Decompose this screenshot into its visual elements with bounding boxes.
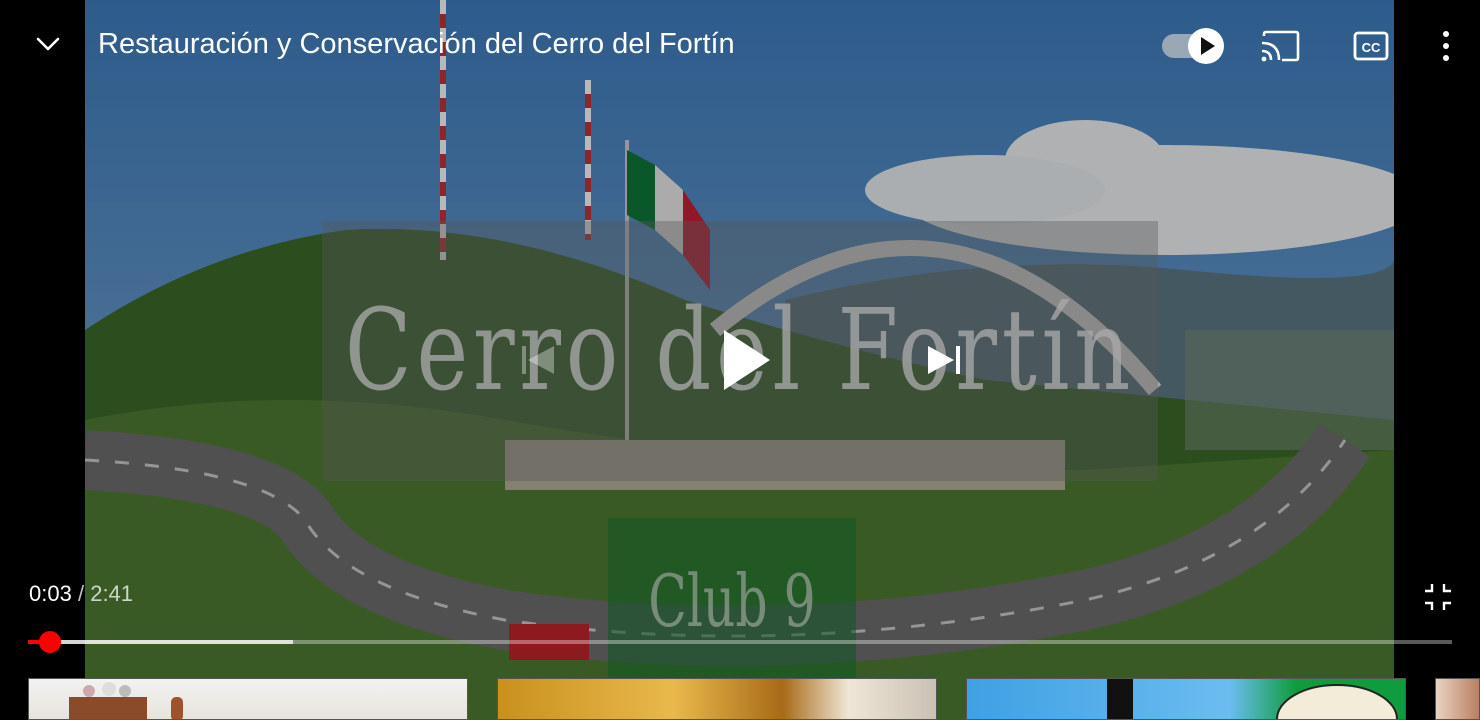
time-display: 0:03 / 2:41	[29, 580, 133, 608]
progress-bar[interactable]	[28, 631, 1452, 653]
progress-buffered	[28, 640, 293, 644]
play-button[interactable]	[712, 322, 784, 398]
captions-label: CC	[1362, 40, 1381, 55]
more-options-button[interactable]	[1430, 24, 1462, 68]
current-time: 0:03	[29, 581, 72, 606]
suggested-video-thumbnail[interactable]	[966, 678, 1406, 720]
cast-icon	[1261, 30, 1300, 62]
exit-fullscreen-icon	[1425, 584, 1451, 610]
autoplay-play-icon	[1201, 37, 1215, 55]
suggested-video-thumbnail[interactable]	[497, 678, 937, 720]
captions-icon: CC	[1353, 31, 1389, 61]
suggested-video-thumbnail[interactable]	[28, 678, 468, 720]
play-icon	[724, 330, 770, 390]
skip-next-icon	[928, 346, 960, 374]
video-player[interactable]: Cerro del Fortín Club 9 Restauración y C…	[0, 0, 1480, 720]
progress-scrubber-handle[interactable]	[39, 631, 62, 653]
suggested-video-thumbnail[interactable]	[1435, 678, 1480, 720]
total-duration: 2:41	[90, 581, 134, 606]
autoplay-toggle[interactable]	[1160, 28, 1226, 64]
captions-button[interactable]: CC	[1352, 28, 1390, 64]
thumbnail-image	[1107, 679, 1398, 719]
chevron-down-icon	[36, 37, 60, 51]
video-title: Restauración y Conservación del Cerro de…	[98, 28, 735, 60]
cast-button[interactable]	[1258, 28, 1302, 64]
time-separator: /	[77, 581, 85, 606]
previous-video-button[interactable]	[516, 338, 560, 382]
exit-fullscreen-button[interactable]	[1422, 581, 1454, 613]
collapse-player-button[interactable]	[30, 26, 66, 62]
skip-previous-icon	[522, 346, 554, 374]
more-vertical-icon	[1443, 31, 1449, 61]
autoplay-knob	[1188, 28, 1224, 64]
next-video-button[interactable]	[922, 338, 966, 382]
thumbnail-image	[69, 682, 183, 719]
